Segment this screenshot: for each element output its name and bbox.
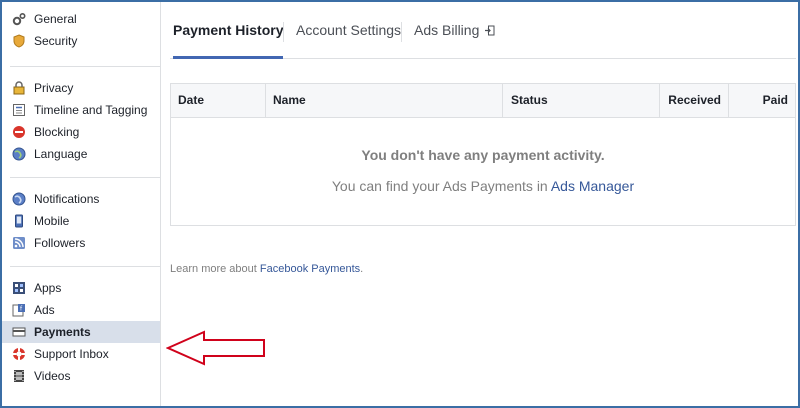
sidebar-item-privacy[interactable]: Privacy xyxy=(2,77,160,99)
sidebar-item-label: Blocking xyxy=(34,125,80,139)
tab-label: Account Settings xyxy=(296,22,402,38)
sidebar-item-general[interactable]: General xyxy=(2,8,160,30)
sidebar-item-label: Apps xyxy=(34,281,62,295)
empty-state-message: You can find your Ads Payments in Ads Ma… xyxy=(171,178,795,194)
payment-history-table: Date Name Status Received Paid You don't… xyxy=(170,83,796,226)
main-content: Payment History Account Settings Ads Bil… xyxy=(170,2,796,275)
column-divider xyxy=(728,84,729,117)
table-header: Date Name Status Received Paid xyxy=(171,84,795,118)
sidebar-item-label: General xyxy=(34,12,77,26)
tab-divider xyxy=(283,22,284,42)
sidebar-item-blocking[interactable]: Blocking xyxy=(2,121,160,143)
sidebar-item-payments[interactable]: Payments xyxy=(2,321,160,343)
column-header-received[interactable]: Received xyxy=(667,84,721,117)
sidebar-item-label: Followers xyxy=(34,236,86,250)
empty-state-title: You don't have any payment activity. xyxy=(361,147,605,163)
sidebar-item-videos[interactable]: Videos xyxy=(2,365,160,387)
sidebar-item-language[interactable]: Language xyxy=(2,143,160,165)
tab-account-settings[interactable]: Account Settings xyxy=(296,2,401,58)
empty-state-text: You can find your Ads Payments in xyxy=(331,178,551,194)
block-icon xyxy=(12,125,26,139)
tab-ads-billing[interactable]: Ads Billing xyxy=(414,2,495,58)
sidebar-item-followers[interactable]: Followers xyxy=(2,232,160,254)
sidebar-item-label: Support Inbox xyxy=(34,347,109,361)
sidebar-item-label: Payments xyxy=(34,325,91,339)
tab-divider xyxy=(401,22,402,42)
sidebar-item-support-inbox[interactable]: Support Inbox xyxy=(2,343,160,365)
rss-icon xyxy=(12,236,26,250)
globe-icon xyxy=(12,147,26,161)
column-divider xyxy=(502,84,503,117)
timeline-icon xyxy=(12,103,26,117)
sidebar-item-ads[interactable]: f Ads xyxy=(2,299,160,321)
sidebar-group-apps: Apps f Ads Payments Support Inbox Videos xyxy=(2,267,160,387)
column-header-name[interactable]: Name xyxy=(273,84,306,117)
lock-icon xyxy=(12,81,26,95)
sidebar-item-notifications[interactable]: Notifications xyxy=(2,188,160,210)
film-icon xyxy=(12,369,26,383)
phone-icon xyxy=(12,214,26,228)
tab-label: Payment History xyxy=(173,22,284,38)
sidebar-group-notifications: Notifications Mobile Followers xyxy=(2,178,160,254)
learn-more-text: Learn more about Facebook Payments. xyxy=(170,263,363,275)
ads-manager-link[interactable]: Ads Manager xyxy=(551,178,634,194)
badge-icon xyxy=(12,34,26,48)
sidebar-item-label: Language xyxy=(34,147,88,161)
sidebar-item-label: Ads xyxy=(34,303,55,317)
sidebar-item-label: Notifications xyxy=(34,192,100,206)
sidebar-item-label: Mobile xyxy=(34,214,70,228)
sidebar-group-account: General Security xyxy=(2,2,160,52)
ads-icon: f xyxy=(12,303,26,317)
tab-label: Ads Billing xyxy=(414,22,480,38)
sidebar-item-timeline-and-tagging[interactable]: Timeline and Tagging xyxy=(2,99,160,121)
sidebar-item-security[interactable]: Security xyxy=(2,30,160,52)
red-arrow-annotation xyxy=(166,330,265,366)
settings-sidebar: General Security Privacy Timeline and Ta… xyxy=(2,2,161,406)
sidebar-item-label: Privacy xyxy=(34,81,74,95)
learn-more-prefix: Learn more about xyxy=(170,263,260,275)
sidebar-item-apps[interactable]: Apps xyxy=(2,277,160,299)
external-link-icon xyxy=(484,25,495,36)
sidebar-item-label: Security xyxy=(34,34,78,48)
learn-more-suffix: . xyxy=(360,263,364,275)
column-header-date[interactable]: Date xyxy=(178,84,204,117)
lifebuoy-icon xyxy=(12,347,26,361)
sidebar-item-mobile[interactable]: Mobile xyxy=(2,210,160,232)
column-divider xyxy=(659,84,660,117)
globe-icon xyxy=(12,192,26,206)
apps-icon xyxy=(12,281,26,295)
sidebar-group-privacy: Privacy Timeline and Tagging Blocking La… xyxy=(2,67,160,165)
column-header-paid[interactable]: Paid xyxy=(737,84,788,117)
tab-bar: Payment History Account Settings Ads Bil… xyxy=(170,2,796,59)
tab-payment-history[interactable]: Payment History xyxy=(173,2,284,59)
sidebar-item-label: Videos xyxy=(34,369,71,383)
card-icon xyxy=(12,325,26,339)
facebook-payments-link[interactable]: Facebook Payments xyxy=(260,263,360,275)
column-divider xyxy=(265,84,266,117)
gears-icon xyxy=(12,12,26,26)
sidebar-item-label: Timeline and Tagging xyxy=(34,103,148,117)
column-header-status[interactable]: Status xyxy=(511,84,548,117)
